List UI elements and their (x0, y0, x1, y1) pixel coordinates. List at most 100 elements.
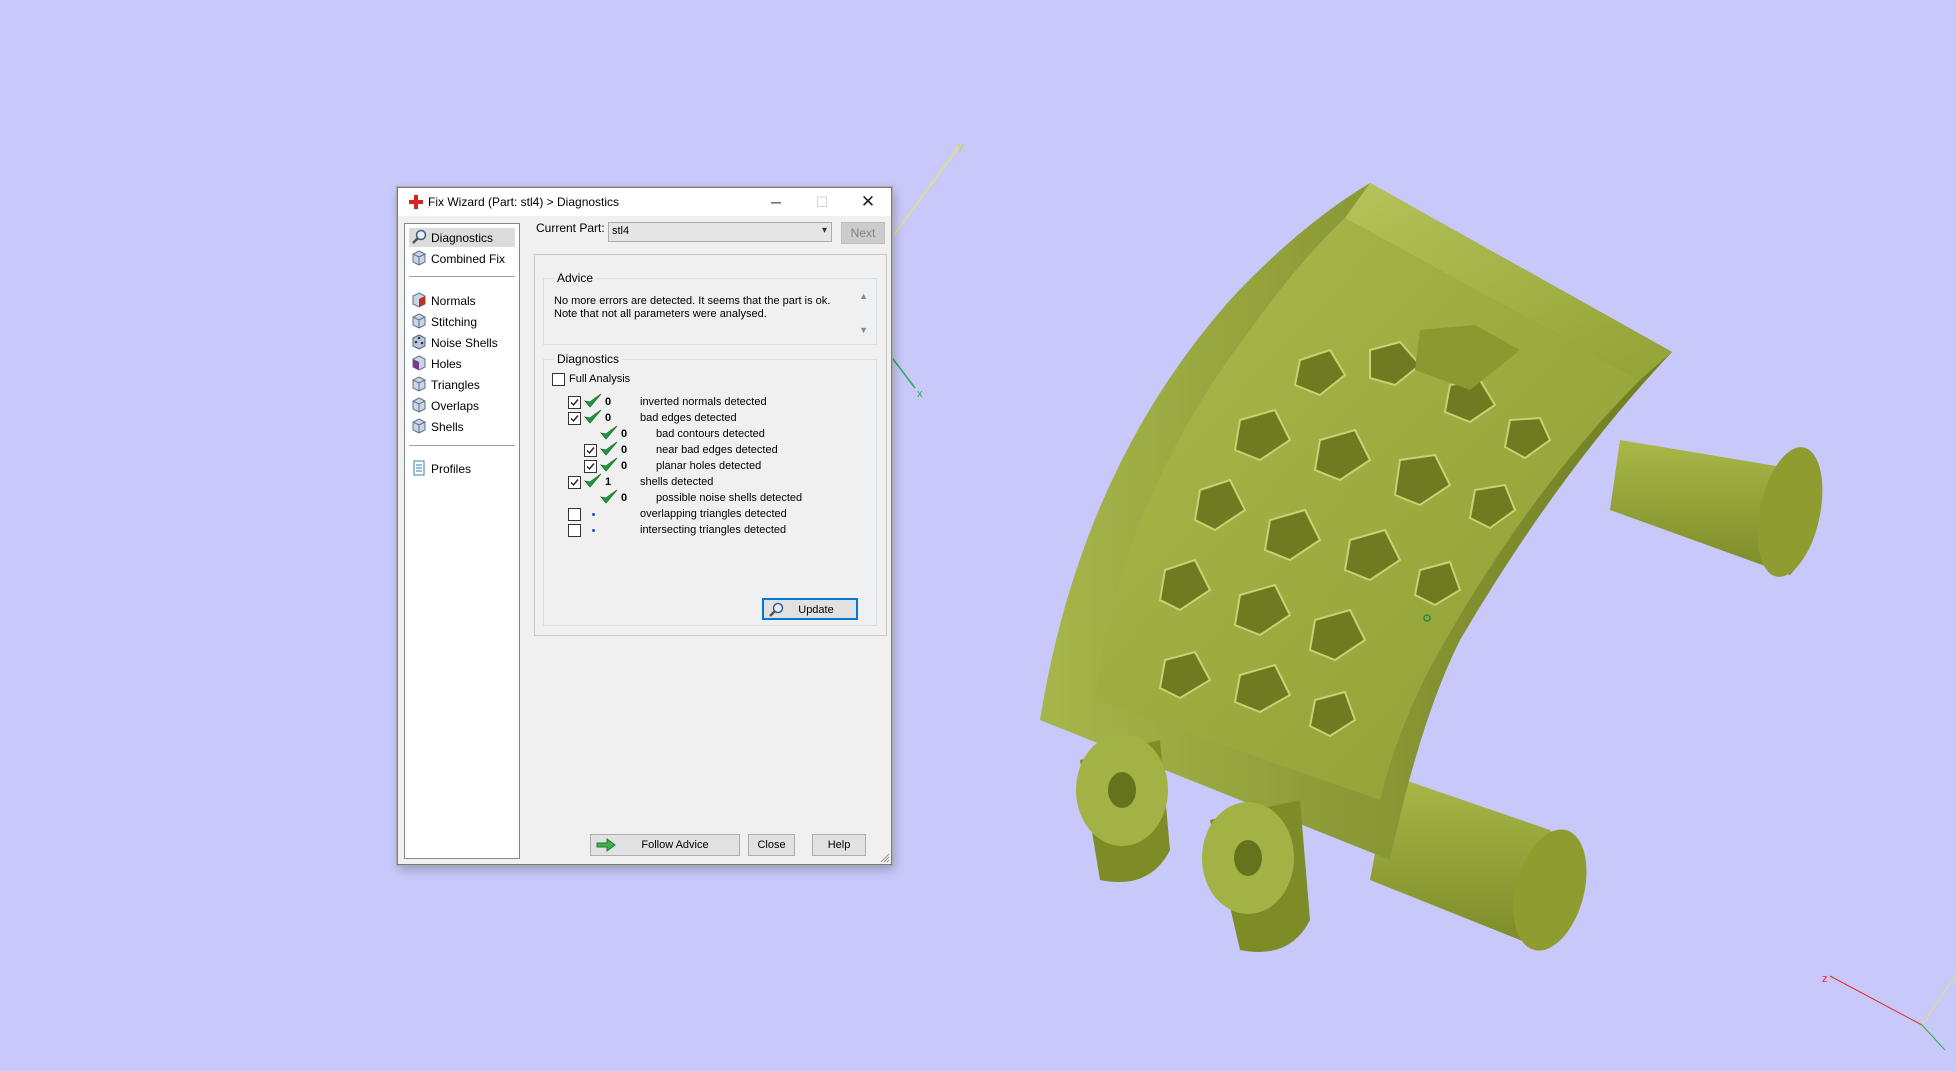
sidebar-divider (409, 276, 515, 277)
minimize-button[interactable]: ─ (753, 188, 799, 216)
advice-group: Advice No more errors are detected. It s… (543, 271, 877, 345)
green-check-icon (600, 457, 618, 472)
green-check-icon (600, 441, 618, 456)
update-label: Update (798, 604, 834, 616)
diagnostic-label: intersecting triangles detected (640, 524, 787, 536)
diagnostic-checkbox[interactable] (584, 460, 597, 473)
blue-dot-icon (592, 529, 595, 532)
diagnostic-count: 0 (621, 460, 628, 472)
maximize-button[interactable]: ☐ (799, 188, 845, 216)
sidebar-item-overlaps[interactable]: Overlaps (409, 396, 515, 415)
sidebar-item-label: Stitching (431, 315, 478, 329)
advice-title: Advice (554, 271, 597, 285)
checkmark-icon (586, 447, 595, 455)
diagnostic-label: bad edges detected (640, 412, 737, 424)
cube-icon (412, 397, 426, 413)
axis-z-label: z (1822, 973, 1828, 985)
scroll-down-icon[interactable]: ▼ (859, 325, 868, 335)
diagnostic-label: bad contours detected (656, 428, 765, 440)
document-icon (413, 460, 425, 476)
sidebar-item-normals[interactable]: Normals (409, 291, 515, 310)
close-button[interactable]: Close (748, 834, 795, 856)
fix-wizard-dialog: Fix Wizard (Part: stl4) > Diagnostics ─ … (397, 187, 892, 865)
diagnostic-label: near bad edges detected (656, 444, 778, 456)
magnifier-icon (412, 229, 427, 244)
axis-indicator-top: y x (889, 141, 964, 400)
green-check-icon (584, 393, 602, 408)
resize-grip-icon[interactable] (880, 853, 890, 863)
diagnostics-panel: Advice No more errors are detected. It s… (534, 254, 887, 636)
sidebar-item-diagnostics[interactable]: Diagnostics (409, 228, 515, 247)
sidebar-item-label: Diagnostics (431, 231, 494, 245)
follow-advice-button[interactable]: Follow Advice (590, 834, 740, 856)
diagnostic-count: 0 (621, 444, 628, 456)
sidebar-item-holes[interactable]: Holes (409, 354, 515, 373)
sidebar-divider (409, 445, 515, 446)
purple-cube-icon (412, 355, 426, 371)
cube-icon (412, 418, 426, 434)
diagnostics-title: Diagnostics (554, 352, 623, 366)
diagnostic-checkbox[interactable] (568, 396, 581, 409)
sidebar-item-combined-fix[interactable]: Combined Fix (409, 249, 515, 268)
sidebar-item-label: Shells (431, 420, 464, 434)
checkmark-icon (586, 463, 595, 471)
checkmark-icon (570, 415, 579, 423)
diagnostic-label: inverted normals detected (640, 396, 767, 408)
update-button[interactable]: Update (762, 598, 858, 620)
axis-y-label: y (958, 141, 964, 153)
sidebar-item-label: Overlaps (431, 399, 480, 413)
window-title: Fix Wizard (Part: stl4) > Diagnostics (428, 195, 620, 209)
title-bar[interactable]: Fix Wizard (Part: stl4) > Diagnostics ─ … (398, 188, 891, 216)
current-part-label: Current Part: (536, 221, 605, 235)
diagnostic-label: overlapping triangles detected (640, 508, 787, 520)
current-part-select[interactable]: stl4 ▾ (608, 222, 832, 242)
diagnostic-count: 0 (605, 412, 612, 424)
diagnostic-count: 1 (605, 476, 612, 488)
next-button[interactable]: Next (841, 222, 885, 244)
sidebar-item-triangles[interactable]: Triangles (409, 375, 515, 394)
diagnostic-checkbox[interactable] (584, 444, 597, 457)
scroll-up-icon[interactable]: ▲ (859, 291, 868, 301)
red-cross-app-icon (409, 195, 423, 209)
diagnostic-count: 0 (621, 492, 628, 504)
sidebar-item-noise-shells[interactable]: Noise Shells (409, 333, 515, 352)
sidebar-item-label: Combined Fix (431, 252, 506, 266)
cube-icon (412, 250, 426, 266)
sidebar-item-label: Profiles (431, 462, 472, 476)
diagnostic-count: 0 (605, 396, 612, 408)
sidebar-nav: Diagnostics Combined Fix Normals Stitchi… (404, 223, 520, 859)
checkmark-icon (570, 399, 579, 407)
red-cube-icon (412, 292, 426, 308)
sidebar-item-profiles[interactable]: Profiles (409, 459, 515, 478)
current-part-value: stl4 (612, 225, 630, 237)
green-check-icon (600, 489, 618, 504)
axis-indicator-corner: z (1822, 973, 1956, 1051)
diagnostic-count: 0 (621, 428, 628, 440)
help-button[interactable]: Help (812, 834, 866, 856)
diagnostic-checkbox[interactable] (568, 412, 581, 425)
full-analysis-checkbox[interactable] (552, 373, 565, 386)
checkmark-icon (570, 479, 579, 487)
diagnostic-checkbox[interactable] (568, 508, 581, 521)
sidebar-item-label: Normals (431, 294, 476, 308)
diagnostic-checkbox[interactable] (568, 524, 581, 537)
cube-icon (412, 313, 426, 329)
3d-model-part[interactable] (1040, 183, 1833, 959)
3d-viewport[interactable]: y x z (0, 0, 1956, 1071)
diagnostic-label: planar holes detected (656, 460, 762, 472)
sidebar-item-stitching[interactable]: Stitching (409, 312, 515, 331)
green-check-icon (584, 409, 602, 424)
sidebar-item-shells[interactable]: Shells (409, 417, 515, 436)
diagnostic-label: possible noise shells detected (656, 492, 803, 504)
follow-advice-label: Follow Advice (641, 839, 709, 851)
diagnostic-label: shells detected (640, 476, 714, 488)
diagnostics-group: Diagnostics Full Analysis 0 inverted norm… (543, 352, 877, 626)
chevron-down-icon: ▾ (821, 225, 827, 236)
close-window-button[interactable]: ✕ (845, 188, 891, 216)
axis-x-label: x (917, 388, 923, 400)
full-analysis-label: Full Analysis (569, 373, 631, 385)
dotted-cube-icon (412, 334, 426, 350)
sidebar-item-label: Noise Shells (431, 336, 498, 350)
diagnostic-checkbox[interactable] (568, 476, 581, 489)
advice-text: No more errors are detected. It seems th… (554, 295, 831, 320)
